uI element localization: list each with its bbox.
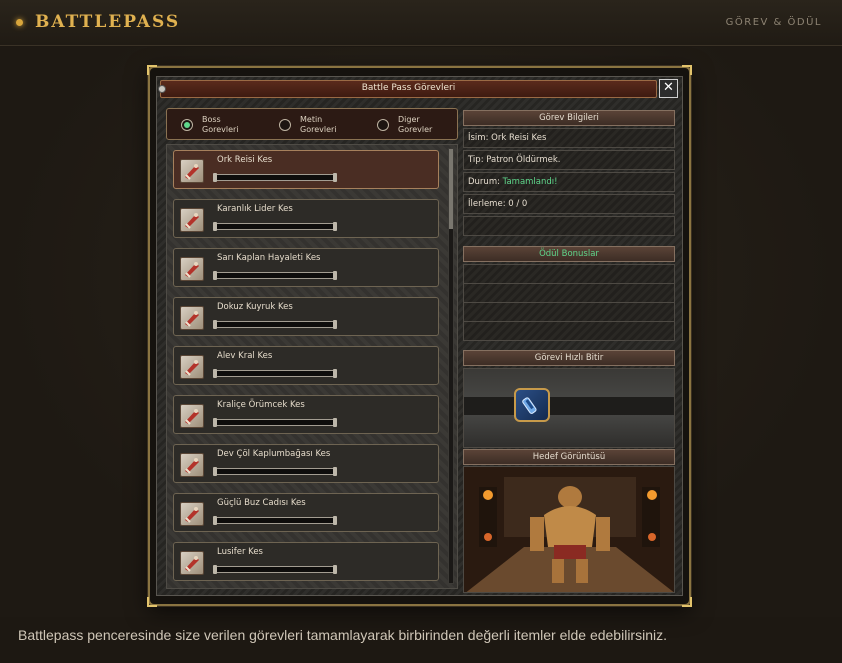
- mission-scroll-icon: [180, 159, 204, 183]
- tab-diger[interactable]: Diger Gorevler: [377, 115, 450, 135]
- ork-boss-image: [464, 467, 674, 592]
- mission-row[interactable]: Karanlık Lider Kes: [173, 199, 439, 238]
- mission-scroll-icon: [180, 551, 204, 575]
- quick-finish-header: Görevi Hızlı Bitir: [463, 350, 675, 366]
- mission-name: Ork Reisi Kes: [217, 155, 273, 165]
- close-button[interactable]: ✕: [659, 79, 678, 98]
- tab-boss[interactable]: Boss Gorevleri: [181, 115, 254, 135]
- mission-scroll-icon: [180, 208, 204, 232]
- quick-finish-button[interactable]: [514, 388, 550, 422]
- mission-progress-bar: [213, 467, 337, 476]
- tab-label: Diger Gorevler: [398, 115, 433, 134]
- mission-name: Güçlü Buz Cadısı Kes: [217, 498, 306, 508]
- mission-list: Ork Reisi Kes Karanlık Lider Kes Sarı Kapl…: [166, 144, 458, 589]
- mission-name: Lusifer Kes: [217, 547, 263, 557]
- target-header: Hedef Görüntüsü: [463, 449, 675, 465]
- mission-row[interactable]: Dokuz Kuyruk Kes: [173, 297, 439, 336]
- tab-label: Metin Gorevleri: [300, 115, 337, 134]
- quick-finish-area: [463, 368, 675, 448]
- radio-icon[interactable]: [377, 119, 389, 131]
- mission-row[interactable]: Sarı Kaplan Hayaleti Kes: [173, 248, 439, 287]
- reward-row: [463, 283, 675, 303]
- description-caption: Battlepass penceresinde size verilen gör…: [18, 627, 667, 643]
- mission-scroll-icon: [180, 355, 204, 379]
- top-bar: BATTLEPASS GÖREV & ÖDÜL: [0, 0, 842, 46]
- reward-row: [463, 302, 675, 322]
- reward-row: [463, 321, 675, 341]
- window-title: Battle Pass Görevleri: [361, 83, 456, 93]
- mission-row[interactable]: Güçlü Buz Cadısı Kes: [173, 493, 439, 532]
- status-value: Tamamlandı!: [502, 177, 558, 187]
- mission-name: Dev Çöl Kaplumbağası Kes: [217, 449, 331, 459]
- rewards-header: Ödül Bonuslar: [463, 246, 675, 262]
- mission-progress-bar: [213, 369, 337, 378]
- mission-row[interactable]: Dev Çöl Kaplumbağası Kes: [173, 444, 439, 483]
- mission-name: Sarı Kaplan Hayaleti Kes: [217, 253, 321, 263]
- mission-scroll-icon: [180, 502, 204, 526]
- mission-progress-bar: [213, 565, 337, 574]
- mission-row[interactable]: Ork Reisi Kes: [173, 150, 439, 189]
- screenshot-frame: Battle Pass Görevleri ✕ Boss Gorevleri M…: [147, 65, 692, 607]
- radio-icon[interactable]: [181, 119, 193, 131]
- tab-label: Boss Gorevleri: [202, 115, 239, 134]
- reward-row: [463, 264, 675, 284]
- window-titlebar[interactable]: Battle Pass Görevleri: [158, 80, 657, 98]
- battlepass-window: Battle Pass Görevleri ✕ Boss Gorevleri M…: [156, 76, 683, 596]
- mission-progress-bar: [213, 222, 337, 231]
- info-header: Görev Bilgileri: [463, 110, 675, 126]
- mission-name: Kraliçe Örümcek Kes: [217, 400, 305, 410]
- scrollbar[interactable]: [448, 148, 454, 584]
- mission-row[interactable]: Lusifer Kes: [173, 542, 439, 581]
- mission-scroll-icon: [180, 257, 204, 281]
- mission-row[interactable]: Kraliçe Örümcek Kes: [173, 395, 439, 434]
- status-label: Durum:: [468, 177, 503, 187]
- brand-dot-icon: [16, 19, 23, 26]
- info-status-row: Durum: Tamamlandı!: [463, 172, 675, 192]
- mission-scroll-icon: [180, 404, 204, 428]
- mission-progress-bar: [213, 516, 337, 525]
- info-name-row: İsim: Ork Reisi Kes: [463, 128, 675, 148]
- mission-progress-bar: [213, 320, 337, 329]
- brand-title: BATTLEPASS: [35, 12, 181, 32]
- target-preview: [463, 466, 675, 593]
- info-type-row: Tip: Patron Öldürmek.: [463, 150, 675, 170]
- info-empty-row: [463, 216, 675, 236]
- mission-row[interactable]: Alev Kral Kes: [173, 346, 439, 385]
- mission-scroll-icon: [180, 306, 204, 330]
- mission-name: Alev Kral Kes: [217, 351, 273, 361]
- section-label: GÖREV & ÖDÜL: [725, 17, 822, 28]
- mission-name: Karanlık Lider Kes: [217, 204, 293, 214]
- mission-progress-bar: [213, 173, 337, 182]
- info-progress-row: İlerleme: 0 / 0: [463, 194, 675, 214]
- category-tabs: Boss Gorevleri Metin Gorevleri Diger Gor…: [166, 108, 458, 140]
- mission-scroll-icon: [180, 453, 204, 477]
- scroll-item-icon: [522, 397, 537, 414]
- scrollbar-thumb[interactable]: [449, 149, 453, 229]
- tab-metin[interactable]: Metin Gorevleri: [279, 115, 352, 135]
- mission-progress-bar: [213, 271, 337, 280]
- mission-progress-bar: [213, 418, 337, 427]
- mission-name: Dokuz Kuyruk Kes: [217, 302, 293, 312]
- radio-icon[interactable]: [279, 119, 291, 131]
